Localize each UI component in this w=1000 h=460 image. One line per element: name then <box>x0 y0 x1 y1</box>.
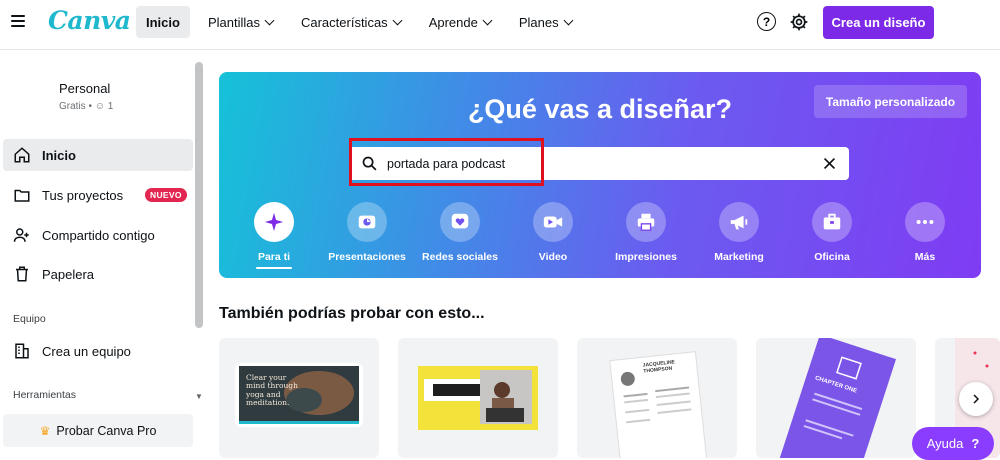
category-label: Redes sociales <box>422 251 498 263</box>
nav-inicio-label: Inicio <box>146 14 180 30</box>
category-label: Oficina <box>814 251 850 263</box>
menu-icon[interactable] <box>11 15 25 27</box>
suggestion-card-book[interactable]: CHAPTER ONE <box>756 338 916 458</box>
folder-icon <box>14 189 30 202</box>
sparkle-icon <box>254 202 294 242</box>
chevron-down-icon <box>482 15 493 25</box>
crown-icon: ♛ <box>39 423 51 438</box>
nav-aprende-label: Aprende <box>428 14 478 30</box>
suggestion-card-video[interactable] <box>398 338 558 458</box>
nav-inicio[interactable]: Inicio <box>136 6 190 38</box>
home-icon <box>14 147 30 163</box>
category-label: Marketing <box>714 251 764 263</box>
category-mas[interactable]: Más <box>880 202 970 263</box>
shared-users-icon <box>13 228 29 242</box>
sidebar-item-label: Papelera <box>42 266 95 282</box>
briefcase-icon <box>812 202 852 242</box>
category-label: Para ti <box>257 251 291 263</box>
category-presentaciones[interactable]: Presentaciones <box>322 202 412 263</box>
category-video[interactable]: Video <box>508 202 598 263</box>
resume-thumbnail <box>609 351 708 458</box>
sidebar-item-compartido[interactable]: Compartido contigo <box>3 219 193 251</box>
tools-heading: Herramientas <box>13 389 77 401</box>
nav-planes-label: Planes <box>518 14 559 30</box>
chevron-down-icon <box>392 15 403 25</box>
category-impresiones[interactable]: Impresiones <box>601 202 691 263</box>
sidebar-item-papelera[interactable]: Papelera <box>3 258 193 290</box>
gear-icon[interactable] <box>789 12 809 32</box>
more-dots-icon <box>905 202 945 242</box>
category-marketing[interactable]: Marketing <box>694 202 784 263</box>
printer-icon <box>626 202 666 242</box>
close-icon[interactable] <box>821 155 838 172</box>
account-plan-label: Gratis <box>59 101 86 112</box>
nav-caracteristicas-label: Características <box>300 14 388 30</box>
new-badge: NUEVO <box>145 188 187 202</box>
user-icon: ☺ <box>94 101 105 112</box>
sidebar-item-label: Compartido contigo <box>42 227 155 243</box>
suggestion-card-presentation[interactable]: Clear your mind through yoga and meditat… <box>219 338 379 458</box>
category-label: Impresiones <box>615 251 677 263</box>
category-label: Video <box>538 251 568 263</box>
megaphone-icon <box>719 202 759 242</box>
custom-size-button[interactable]: Tamaño personalizado <box>814 85 967 118</box>
hero-banner: ¿Qué vas a diseñar? Tamaño personalizado… <box>219 72 981 278</box>
top-bar: Canva Inicio Plantillas Características … <box>0 0 1000 50</box>
category-oficina[interactable]: Oficina <box>787 202 877 263</box>
category-label: Más <box>914 251 936 263</box>
book-cover-thumbnail <box>779 338 897 458</box>
presentation-icon <box>347 202 387 242</box>
trash-icon <box>16 266 28 282</box>
help-button-label: Ayuda <box>926 436 964 451</box>
nav-caracteristicas[interactable]: Características <box>291 6 411 38</box>
nav-plantillas-label: Plantillas <box>207 14 260 30</box>
category-label: Presentaciones <box>328 251 406 263</box>
video-thumbnail <box>418 366 538 430</box>
sidebar-item-label: Tus proyectos <box>42 187 124 203</box>
video-camera-icon <box>533 202 573 242</box>
chevron-right-icon <box>973 394 980 404</box>
chevron-down-icon <box>264 15 275 25</box>
help-button[interactable]: Ayuda ? <box>912 427 994 460</box>
sidebar-item-label: Crea un equipo <box>42 343 131 359</box>
sidebar-item-inicio[interactable]: Inicio <box>3 139 193 171</box>
category-redes-sociales[interactable]: Redes sociales <box>415 202 505 263</box>
nav-planes[interactable]: Planes <box>509 6 582 38</box>
account-member-count: 1 <box>107 101 114 112</box>
account-name[interactable]: Personal <box>59 81 110 96</box>
sidebar-scroll-thumb[interactable] <box>195 62 203 328</box>
try-canva-pro-label: Probar Canva Pro <box>56 423 157 438</box>
sidebar-item-label: Inicio <box>42 147 76 163</box>
suggestion-card-resume[interactable]: JACQUELINE THOMPSON <box>577 338 737 458</box>
chevron-down-icon <box>563 15 574 25</box>
account-plan: Gratis • ☺ 1 <box>59 101 114 112</box>
nav-plantillas[interactable]: Plantillas <box>198 6 283 38</box>
sidebar-item-crear-equipo[interactable]: Crea un equipo <box>3 335 193 367</box>
sidebar-item-proyectos[interactable]: Tus proyectos NUEVO <box>3 179 193 211</box>
card-yoga-text: Clear your mind through yoga and meditat… <box>246 373 298 407</box>
active-indicator <box>256 267 292 269</box>
create-design-button[interactable]: Crea un diseño <box>823 6 934 39</box>
main-nav: Inicio Plantillas Características Aprend… <box>136 6 582 38</box>
question-icon: ? <box>971 436 980 451</box>
team-heading: Equipo <box>13 313 46 325</box>
scroll-down-icon[interactable]: ▼ <box>195 392 203 401</box>
heart-icon <box>440 202 480 242</box>
search-highlight-box <box>349 138 544 186</box>
category-para-ti[interactable]: Para ti <box>229 202 319 269</box>
canva-logo[interactable]: Canva <box>48 6 131 35</box>
help-icon[interactable]: ? <box>757 12 776 31</box>
building-icon <box>15 343 29 359</box>
nav-aprende[interactable]: Aprende <box>419 6 501 38</box>
suggestions-title: También podrías probar con esto... <box>219 305 485 322</box>
try-canva-pro-button[interactable]: ♛ Probar Canva Pro <box>3 414 193 447</box>
carousel-next-button[interactable] <box>959 382 993 416</box>
category-row: Para ti Presentaciones Redes sociales Vi… <box>219 202 981 272</box>
